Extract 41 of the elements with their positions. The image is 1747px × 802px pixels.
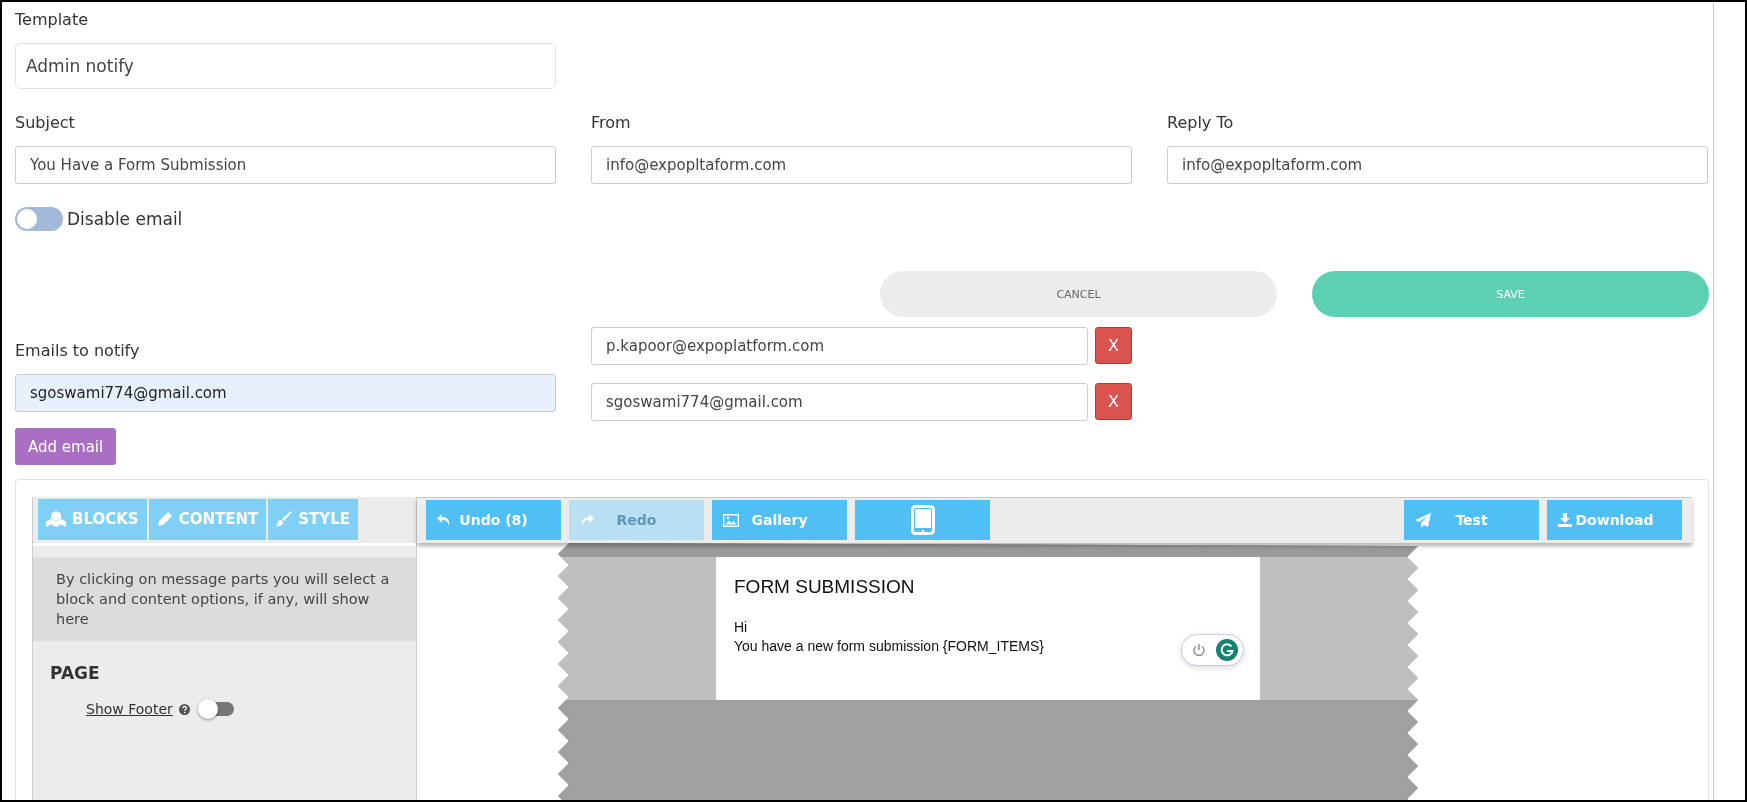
- field-label: Reply To: [1167, 113, 1234, 132]
- cubes-icon: [46, 511, 66, 527]
- show-footer-link[interactable]: Show Footer: [86, 701, 173, 717]
- download-icon: [1558, 513, 1572, 527]
- add-email-button[interactable]: Add email: [15, 428, 117, 465]
- email-field[interactable]: p.kapoor@expoplatform.com: [591, 327, 1088, 365]
- image-icon: [723, 513, 739, 527]
- toggle-switch[interactable]: [15, 207, 63, 231]
- field-label: Subject: [15, 113, 75, 132]
- remove-button[interactable]: X: [1095, 327, 1132, 364]
- toggle-label: Disable email: [67, 209, 183, 229]
- message-title: FORM SUBMISSION: [734, 576, 916, 598]
- hint-text: By clicking on message parts you will select a block and content options, if any, will show here: [33, 557, 416, 641]
- toggle-switch[interactable]: [201, 702, 234, 716]
- tablet-icon: [910, 505, 935, 535]
- field-label: Emails to notify: [15, 341, 140, 360]
- email-field[interactable]: sgoswami774@gmail.com: [591, 383, 1088, 421]
- text-field[interactable]: info@expopltaform.com: [591, 146, 1132, 184]
- remove-button[interactable]: X: [1095, 383, 1132, 420]
- template-field[interactable]: Admin notify: [15, 43, 556, 89]
- email-field[interactable]: sgoswami774@gmail.com: [15, 374, 556, 412]
- field-label: From: [591, 113, 631, 132]
- undo-icon: [437, 513, 451, 527]
- paper-plane-icon: [1415, 512, 1431, 528]
- text-field[interactable]: info@expopltaform.com: [1167, 146, 1708, 184]
- power-icon: [1192, 643, 1206, 657]
- grammar-widget[interactable]: [1181, 634, 1244, 666]
- help-icon: [178, 703, 190, 715]
- template-label: Template: [15, 10, 88, 29]
- message-text: Hi: [734, 618, 748, 637]
- brush-icon: [276, 511, 293, 527]
- cancel-button[interactable]: CANCEL: [880, 271, 1277, 317]
- redo-icon: [580, 513, 594, 527]
- toolbar-button[interactable]: Test: [1404, 500, 1539, 540]
- toolbar-button[interactable]: Download: [1547, 500, 1682, 540]
- message-text: You have a new form submission {FORM_ITEMS}: [734, 637, 1044, 656]
- toolbar-button[interactable]: Gallery: [712, 500, 847, 540]
- pencil-icon: [156, 511, 173, 527]
- text-field[interactable]: You Have a Form Submission: [15, 146, 556, 184]
- toolbar-button[interactable]: Undo (8): [426, 500, 561, 540]
- section-heading: PAGE: [50, 663, 101, 683]
